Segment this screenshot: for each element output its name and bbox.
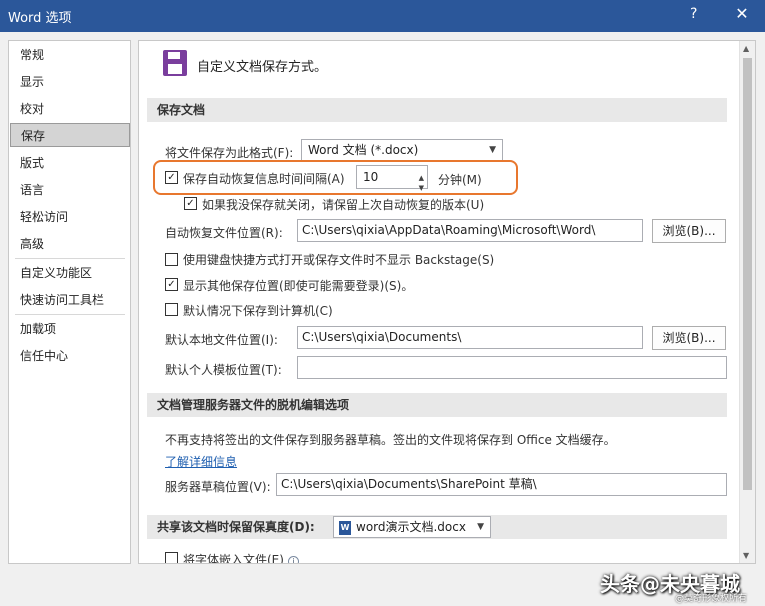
- section-offline-editing: 文档管理服务器文件的脱机编辑选项: [147, 393, 727, 417]
- autorecover-minutes-spinner[interactable]: 10 ▲ ▼: [356, 165, 428, 192]
- sidebar-item-layout[interactable]: 版式: [10, 151, 130, 175]
- watermark: 头条@未央暮城 @莫奇形象权所有: [597, 565, 765, 606]
- sidebar-divider: [15, 314, 125, 315]
- sidebar-item-proofing[interactable]: 校对: [10, 97, 130, 121]
- chevron-down-icon: ▼: [477, 522, 484, 532]
- close-button[interactable]: ✕: [732, 4, 752, 23]
- scroll-down-icon[interactable]: ▼: [743, 551, 749, 560]
- sidebar-item-advanced[interactable]: 高级: [10, 232, 130, 256]
- format-value: Word 文档 (*.docx): [308, 143, 419, 157]
- embed-fonts-label: 将字体嵌入文件(E): [183, 553, 284, 564]
- keep-last-checkbox[interactable]: ✓: [184, 197, 197, 210]
- help-button[interactable]: ?: [690, 6, 697, 22]
- show-other-label: 显示其他保存位置(即使可能需要登录)(S)。: [183, 279, 414, 293]
- local-path-label: 默认本地文件位置(I):: [165, 333, 278, 347]
- save-floppy-icon: [163, 50, 187, 76]
- save-to-computer-checkbox[interactable]: [165, 303, 178, 316]
- sidebar-item-addins[interactable]: 加载项: [10, 317, 130, 341]
- offline-notice: 不再支持将签出的文件保存到服务器草稿。签出的文件现将保存到 Office 文档缓…: [165, 433, 616, 447]
- sidebar-item-general[interactable]: 常规: [10, 43, 130, 67]
- autorecover-minutes-value: 10: [363, 170, 379, 184]
- browse-autorecover-button[interactable]: 浏览(B)...: [652, 219, 726, 243]
- drafts-path-label: 服务器草稿位置(V):: [165, 480, 271, 494]
- sidebar-item-trust-center[interactable]: 信任中心: [10, 344, 130, 368]
- options-panel: 自定义文档保存方式。 保存文档 将文件保存为此格式(F): Word 文档 (*…: [138, 40, 756, 564]
- embed-fonts-row: 将字体嵌入文件(E) i: [183, 551, 299, 564]
- sidebar-divider: [15, 258, 125, 259]
- sidebar-item-accessibility[interactable]: 轻松访问: [10, 205, 130, 229]
- minutes-label: 分钟(M): [438, 173, 482, 187]
- sidebar-item-display[interactable]: 显示: [10, 70, 130, 94]
- format-dropdown[interactable]: Word 文档 (*.docx) ▼: [301, 139, 503, 161]
- template-path-label: 默认个人模板位置(T):: [165, 363, 282, 377]
- drafts-path-input[interactable]: C:\Users\qixia\Documents\SharePoint 草稿\: [276, 473, 727, 496]
- section-save-documents: 保存文档: [147, 98, 727, 122]
- fidelity-doc-dropdown[interactable]: W word演示文档.docx ▼: [333, 516, 491, 538]
- watermark-subtext: @莫奇形象权所有: [675, 594, 748, 604]
- word-doc-icon: W: [339, 521, 351, 535]
- format-label: 将文件保存为此格式(F):: [165, 146, 294, 160]
- save-to-computer-label: 默认情况下保存到计算机(C): [183, 304, 333, 318]
- learn-more-link[interactable]: 了解详细信息: [165, 453, 237, 470]
- template-path-input[interactable]: [297, 356, 727, 379]
- chevron-down-icon: ▼: [489, 145, 496, 155]
- no-backstage-checkbox[interactable]: [165, 253, 178, 266]
- show-other-checkbox[interactable]: ✓: [165, 278, 178, 291]
- sidebar-item-language[interactable]: 语言: [10, 178, 130, 202]
- title-bar: Word 选项 ? ✕: [0, 0, 765, 32]
- autorecover-checkbox[interactable]: ✓: [165, 171, 178, 184]
- sidebar-item-customize-ribbon[interactable]: 自定义功能区: [10, 261, 130, 285]
- sidebar-nav: 常规 显示 校对 保存 版式 语言 轻松访问 高级 自定义功能区 快速访问工具栏…: [8, 40, 131, 564]
- info-icon: i: [287, 556, 299, 563]
- sidebar-item-save[interactable]: 保存: [10, 123, 130, 147]
- vertical-scrollbar[interactable]: ▲ ▼: [739, 41, 755, 563]
- no-backstage-label: 使用键盘快捷方式打开或保存文件时不显示 Backstage(S): [183, 253, 495, 267]
- keep-last-label: 如果我没保存就关闭，请保留上次自动恢复的版本(U): [202, 198, 485, 212]
- scroll-up-icon[interactable]: ▲: [743, 44, 749, 53]
- page-title: 自定义文档保存方式。: [197, 60, 328, 75]
- autorecover-path-input[interactable]: C:\Users\qixia\AppData\Roaming\Microsoft…: [297, 219, 643, 242]
- sidebar-item-quick-access[interactable]: 快速访问工具栏: [10, 288, 130, 312]
- embed-fonts-checkbox[interactable]: [165, 552, 178, 563]
- browse-local-button[interactable]: 浏览(B)...: [652, 326, 726, 350]
- window-title: Word 选项: [8, 11, 72, 26]
- fidelity-doc-value: word演示文档.docx: [356, 520, 466, 534]
- scroll-thumb[interactable]: [743, 58, 752, 490]
- local-path-input[interactable]: C:\Users\qixia\Documents\: [297, 326, 643, 349]
- autorecover-label: 保存自动恢复信息时间间隔(A): [183, 172, 345, 186]
- autorecover-path-label: 自动恢复文件位置(R):: [165, 226, 283, 240]
